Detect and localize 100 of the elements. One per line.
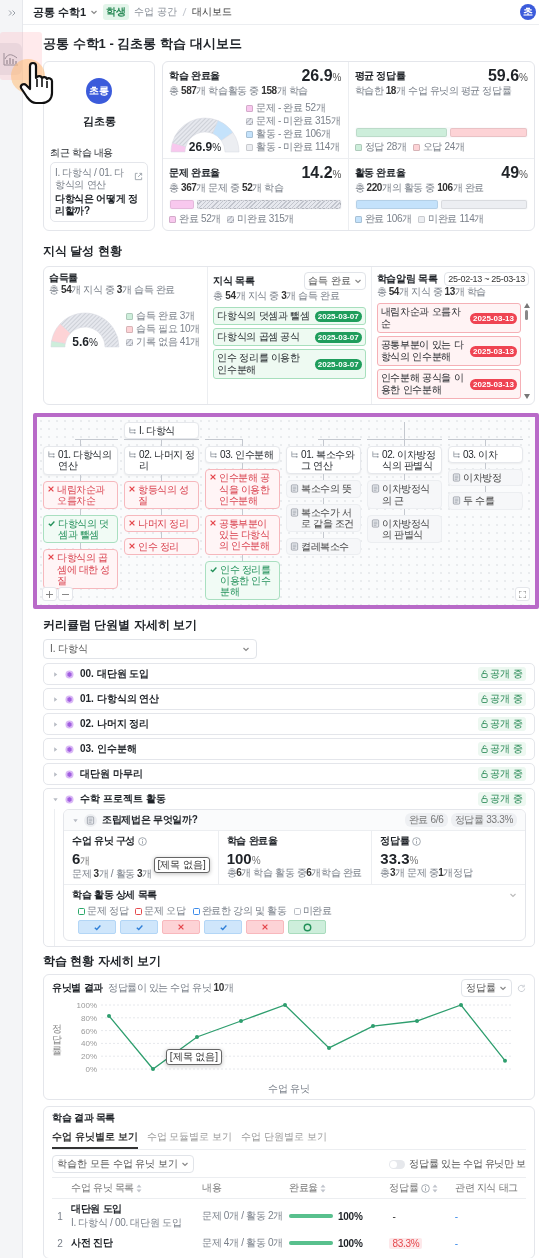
column-title: 지식 목록 [213, 275, 255, 287]
document-icon [84, 813, 97, 827]
x-icon [261, 923, 269, 932]
tag-cell-text: - [453, 1209, 459, 1224]
avatar: 초 [520, 4, 536, 20]
caret-icon[interactable] [52, 670, 59, 678]
column-subtitle: 총 54개 지식 중 3개 습득 완료 [49, 284, 176, 296]
unit-node[interactable]: 03. 인수분해 [205, 446, 280, 464]
knowledge-node[interactable]: 인수 정리 [124, 538, 199, 556]
unit-row[interactable]: 01. 다항식의 연산 공개 중 [43, 688, 535, 711]
unit-node[interactable]: 02. 나머지 정리 [124, 446, 199, 475]
zoom-in-button[interactable] [42, 587, 57, 602]
knowledge-node[interactable]: 이차방정식의 판별식 [367, 514, 442, 544]
sort-icon[interactable] [136, 1183, 143, 1193]
data-point[interactable] [327, 1045, 331, 1050]
caret-icon[interactable] [52, 795, 59, 803]
fullscreen-button[interactable] [515, 587, 530, 602]
unit-row[interactable]: 00. 대단원 도입 공개 중 [43, 663, 535, 686]
knowledge-node[interactable]: 다항식의 덧셈과 뺄셈 [43, 514, 118, 544]
metric-label: 수업 유닛 구성 [72, 835, 136, 848]
knowledge-node[interactable]: 다항식의 곱셈에 대한 성질 [43, 549, 118, 589]
unit-row[interactable]: 대단원 마무리 공개 중 [43, 763, 535, 786]
filter-dropdown[interactable]: 학습한 모든 수업 유닛 보기 [52, 1155, 195, 1174]
legend-label: 기록 없음 41개 [126, 336, 200, 348]
date-badge: 2025-03-07 [314, 310, 362, 322]
metric-dropdown[interactable]: 정답률 [461, 979, 512, 998]
lesson-path: I. 다항식 / 01. 다항식의 연산 [55, 167, 126, 191]
knowledge-item[interactable]: 다항식의 곱셈 공식 2025-03-07 [213, 328, 366, 346]
status-label: 공개 중 [490, 667, 523, 682]
zoom-out-button[interactable] [58, 587, 73, 602]
course-selector[interactable]: 공통 수학1 [33, 4, 99, 20]
external-link-icon[interactable] [134, 172, 143, 181]
knowledge-item[interactable]: 다항식의 덧셈과 뺄셈 2025-03-07 [213, 307, 366, 325]
data-point[interactable] [107, 1013, 111, 1018]
caret-icon[interactable] [52, 745, 59, 753]
data-point[interactable] [151, 1067, 155, 1072]
activity-cell[interactable] [78, 920, 116, 935]
data-point[interactable] [283, 1003, 287, 1008]
caret-icon[interactable] [52, 770, 59, 778]
knowledge-node[interactable]: 인수 정리를 이용한 인수분해 [205, 560, 280, 601]
unit-dropdown[interactable]: I. 다항식 [43, 639, 257, 660]
unit-node[interactable]: 03. 이차 [448, 446, 523, 464]
unlock-icon [481, 720, 489, 729]
sort-icon[interactable] [320, 1183, 327, 1193]
unit-node[interactable]: 02. 이차방정식의 판별식 [367, 446, 442, 475]
scroll-down-icon[interactable] [524, 394, 530, 399]
knowledge-node[interactable]: 이차방정 [448, 469, 523, 487]
data-point[interactable] [459, 1003, 463, 1008]
unit-row[interactable]: 03. 인수분해 공개 중 [43, 738, 535, 761]
filter-dropdown[interactable]: 습득 완료 [303, 272, 366, 290]
activity-cell[interactable] [246, 920, 284, 935]
knowledge-node[interactable]: 복소수의 뜻 [286, 480, 361, 498]
knowledge-node[interactable]: 이차방정식의 근 [367, 480, 442, 509]
activity-cell[interactable] [120, 920, 158, 935]
knowledge-node[interactable]: 복소수가 서로 같을 조건 [286, 503, 361, 532]
recent-lesson-card[interactable]: I. 다항식 / 01. 다항식의 연산 다항식은 어떻게 정리할까? [50, 162, 148, 222]
knowledge-node[interactable]: 항등식의 성질 [124, 480, 199, 509]
data-point[interactable] [415, 1019, 419, 1024]
caret-icon[interactable] [52, 720, 59, 728]
caret-icon[interactable] [72, 816, 79, 824]
node-label: 인수분해 공식을 이용한 인수분해 [219, 472, 271, 506]
data-point[interactable] [371, 1024, 375, 1029]
dashboard-nav-item[interactable] [0, 43, 22, 75]
student-name: 김초롱 [82, 114, 116, 129]
knowledge-node[interactable]: 내림차순과 오름차순 [43, 480, 118, 509]
lesson-header[interactable]: 조립제법은 무엇일까? 완료 6/6 정답률 33.3% [64, 810, 525, 832]
root-node[interactable]: I. 다항식 [124, 422, 199, 440]
activity-cell[interactable] [204, 920, 242, 935]
data-point[interactable] [239, 1019, 243, 1024]
sort-icon[interactable] [431, 1183, 438, 1193]
caret-icon[interactable] [52, 695, 59, 703]
breadcrumb-link[interactable]: 수업 공간 [134, 5, 177, 19]
unit-row[interactable]: 02. 나머지 정리 공개 중 [43, 713, 535, 736]
scroll-up-icon[interactable] [524, 303, 530, 308]
unit-row[interactable]: 수학 프로젝트 활동 공개 중 조립제법은 무엇일까? 완료 6/6 정답률 33.3% 수업 유닛 구성 6개 문제 3개 / 활동 3개 학습 완료율 100% 총6개 학습 활동 중6개학습 완료 정답률 33.3% 총3개 문제 중1개정답 [제목 없음] 학습 활동 상세 목록 문제 정답 문제 오답 완료한 강의 및 활동 미완료 [43, 788, 535, 948]
data-point[interactable] [195, 1035, 199, 1040]
section-title: 커리큘럼 단원별 자세히 보기 [43, 617, 198, 635]
knowledge-node[interactable]: 공통부분이 있는 다항식의 인수분해 [205, 514, 280, 555]
expand-icon[interactable] [8, 9, 16, 17]
node-label: 항등식의 성질 [138, 483, 190, 506]
date-range-field[interactable]: 25-02-13 ~ 25-03-13 [444, 272, 529, 286]
stat-title: 학습 완료율 [169, 70, 220, 82]
knowledge-node[interactable]: 인수분해 공식을 이용한 인수분해 [205, 469, 280, 509]
activity-cell[interactable] [288, 920, 326, 935]
status-label: 공개 중 [490, 717, 523, 732]
knowledge-item[interactable]: 인수 정리를 이용한 인수분해 2025-03-07 [213, 349, 366, 379]
activity-cell[interactable] [162, 920, 200, 935]
info-icon[interactable] [412, 836, 422, 846]
info-icon[interactable] [420, 1183, 430, 1193]
unit-node[interactable]: 01. 복소수와 그 연산 [286, 446, 361, 475]
toggle-switch[interactable] [389, 1159, 406, 1169]
unit-node[interactable]: 01. 다항식의 연산 [43, 446, 118, 475]
knowledge-node[interactable]: 두 수를 [448, 492, 523, 510]
refresh-icon[interactable] [517, 983, 526, 993]
breadcrumb-link[interactable]: 대시보드 [191, 5, 232, 19]
view-tab[interactable]: 수업 유닛별로 보기 [52, 1128, 138, 1150]
scroll-thumb[interactable] [525, 310, 529, 320]
knowledge-item[interactable]: 내림차순과 오름차순 2025-03-13 [376, 303, 521, 333]
data-point[interactable] [503, 1058, 507, 1063]
info-icon[interactable] [138, 836, 148, 846]
